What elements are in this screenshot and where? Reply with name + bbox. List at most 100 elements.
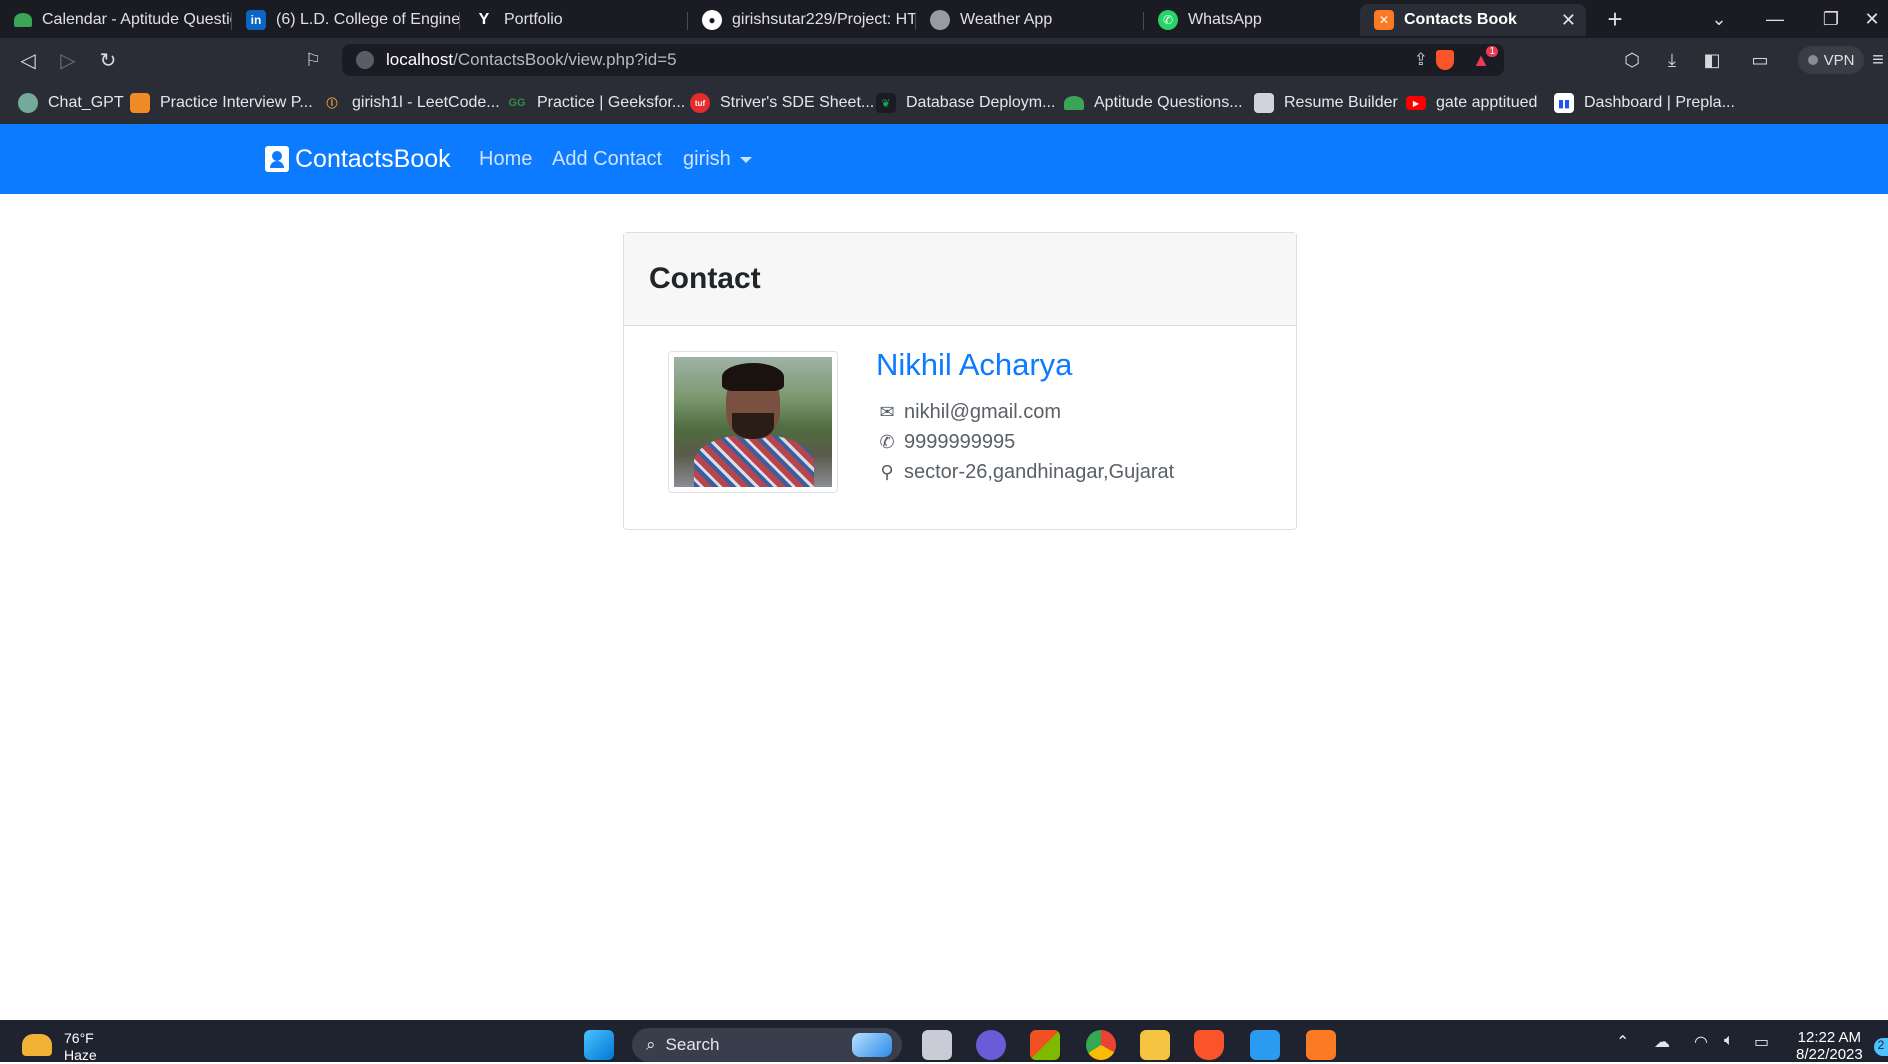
envelope-icon: ✉ xyxy=(879,401,895,422)
tab-search-chevron-icon[interactable]: ⌄ xyxy=(1696,0,1742,38)
wifi-icon[interactable]: ◠ xyxy=(1694,1032,1708,1052)
contact-name: Nikhil Acharya xyxy=(876,347,1073,382)
volume-icon[interactable]: 🔈︎ xyxy=(1724,1032,1734,1050)
tab-title: WhatsApp xyxy=(1188,11,1262,28)
tab-title: Portfolio xyxy=(504,11,563,28)
tab-github[interactable]: ● girishsutar229/Project: HTM xyxy=(688,4,916,36)
taskbar-clock[interactable]: 12:22 AM 8/22/2023 xyxy=(1796,1029,1863,1063)
bookmark-label: Practice Interview P... xyxy=(160,94,313,111)
tab-portfolio[interactable]: Y Portfolio xyxy=(460,4,688,36)
downloads-icon[interactable]: ⤓ xyxy=(1656,44,1688,76)
microsoft-store-icon[interactable] xyxy=(1030,1030,1060,1060)
contact-phone: 9999999995 xyxy=(904,430,1016,453)
windows-start-icon[interactable] xyxy=(584,1030,614,1060)
xampp-taskbar-icon[interactable] xyxy=(1306,1030,1336,1060)
brand-link[interactable]: ContactsBook xyxy=(265,124,451,194)
umbrella-icon xyxy=(14,13,32,27)
user-dropdown[interactable]: girish xyxy=(683,124,752,194)
contact-email: nikhil@gmail.com xyxy=(904,400,1062,423)
globe-icon xyxy=(930,10,950,30)
menu-icon[interactable]: ≡ xyxy=(1868,44,1888,76)
nav-home-link[interactable]: Home xyxy=(479,124,532,194)
reload-icon[interactable]: ↻ xyxy=(92,44,124,76)
wallet-icon[interactable]: ▭ xyxy=(1744,44,1776,76)
map-marker-icon: ⚲ xyxy=(880,461,894,482)
tab-weather[interactable]: Weather App xyxy=(916,4,1144,36)
contact-photo xyxy=(668,351,838,493)
vscode-icon[interactable] xyxy=(1250,1030,1280,1060)
brave-shield-icon[interactable] xyxy=(1436,50,1454,70)
vpn-label: VPN xyxy=(1823,51,1855,69)
file-explorer-icon[interactable] xyxy=(1140,1030,1170,1060)
share-icon[interactable]: ⇪ xyxy=(1414,50,1428,70)
photo-beard xyxy=(732,413,774,439)
bookmark-item[interactable]: ⓛ girish1l - LeetCode... xyxy=(322,82,500,124)
show-hidden-icons-icon[interactable]: ⌃ xyxy=(1616,1032,1629,1052)
teams-chat-icon[interactable] xyxy=(976,1030,1006,1060)
interview-icon xyxy=(130,93,150,113)
tab-contacts-book[interactable]: ✕ Contacts Book ✕ xyxy=(1360,4,1586,36)
tab-whatsapp[interactable]: ✆ WhatsApp xyxy=(1144,4,1360,36)
address-bar[interactable]: localhost/ContactsBook/view.php?id=5 ⇪ ▲… xyxy=(342,44,1504,76)
bookmark-item[interactable]: GG Practice | Geeksfor... xyxy=(507,82,685,124)
contact-phone-row: ✆ 9999999995 xyxy=(876,427,1174,457)
taskbar-search[interactable]: ⌕ Search xyxy=(632,1028,902,1062)
brave-browser-icon[interactable] xyxy=(1194,1030,1224,1060)
forward-icon[interactable]: ▷ xyxy=(52,44,84,76)
close-tab-icon[interactable]: ✕ xyxy=(1561,10,1576,31)
search-label: Search xyxy=(665,1035,720,1054)
extensions-icon[interactable]: ⬡ xyxy=(1616,44,1648,76)
bookmark-item[interactable]: tuf Striver's SDE Sheet... xyxy=(690,82,874,124)
bookmark-label: Striver's SDE Sheet... xyxy=(720,94,875,111)
close-window-icon[interactable]: ✕ xyxy=(1856,0,1888,38)
back-icon[interactable]: ◁ xyxy=(12,44,44,76)
new-tab-icon[interactable]: + xyxy=(1592,0,1638,38)
umbrella-icon xyxy=(1064,96,1084,110)
bookmark-item[interactable]: ▮▮ Dashboard | Prepla... xyxy=(1554,82,1735,124)
weather-widget[interactable]: 76°F Haze xyxy=(22,1030,97,1064)
sidebar-icon[interactable]: ◧ xyxy=(1696,44,1728,76)
notification-badge[interactable]: 2 xyxy=(1874,1038,1888,1056)
chrome-icon[interactable] xyxy=(1086,1030,1116,1060)
bookmark-item[interactable]: ▶ gate apptitued xyxy=(1406,82,1537,124)
tab-title: Weather App xyxy=(960,11,1053,28)
bookmark-item[interactable]: Aptitude Questions... xyxy=(1064,82,1243,124)
minimize-icon[interactable]: — xyxy=(1752,0,1798,38)
task-view-icon[interactable] xyxy=(922,1030,952,1060)
vpn-button[interactable]: VPN xyxy=(1798,46,1864,74)
bookmark-label: Dashboard | Prepla... xyxy=(1584,94,1735,111)
photo-image xyxy=(674,357,832,487)
restore-icon[interactable]: ❐ xyxy=(1808,0,1854,38)
bookmark-icon[interactable]: ⚐ xyxy=(297,44,329,76)
github-icon: ● xyxy=(702,10,722,30)
bookmark-label: Resume Builder xyxy=(1284,94,1398,111)
photo-hair xyxy=(722,363,784,391)
tab-title: (6) L.D. College of Engineer xyxy=(276,11,460,28)
bookmark-item[interactable]: Practice Interview P... xyxy=(130,82,313,124)
openai-icon xyxy=(18,93,38,113)
haze-weather-icon xyxy=(22,1034,52,1056)
photo-shirt xyxy=(694,435,814,487)
brand-label: ContactsBook xyxy=(295,144,451,173)
card-title: Contact xyxy=(624,233,1296,326)
contact-address-row: ⚲ sector-26,gandhinagar,Gujarat xyxy=(876,457,1174,487)
battery-icon[interactable]: ▭ xyxy=(1754,1032,1769,1052)
onedrive-icon[interactable]: ☁ xyxy=(1654,1032,1670,1052)
contact-book-icon xyxy=(265,146,289,172)
user-name: girish xyxy=(683,147,731,170)
document-icon xyxy=(1254,93,1274,113)
browser-toolbar: ◁ ▷ ↻ ⚐ localhost/ContactsBook/view.php?… xyxy=(0,38,1888,82)
weather-temp: 76°F xyxy=(64,1030,94,1046)
leetcode-icon: ⓛ xyxy=(326,98,338,110)
bookmark-item[interactable]: Resume Builder xyxy=(1254,82,1398,124)
tab-calendar[interactable]: Calendar - Aptitude Questio xyxy=(0,4,232,36)
bookmark-item[interactable]: ❦ Database Deploym... xyxy=(876,82,1055,124)
clock-date: 8/22/2023 xyxy=(1796,1046,1863,1063)
nav-add-contact-link[interactable]: Add Contact xyxy=(552,124,662,194)
contact-card: Contact Nikhil Acharya ✉ nikhil@gmail.co… xyxy=(623,232,1297,530)
bookmark-label: Practice | Geeksfor... xyxy=(537,94,686,111)
site-info-icon[interactable] xyxy=(356,51,374,69)
bookmark-item[interactable]: Chat_GPT xyxy=(18,82,124,124)
tab-linkedin[interactable]: in (6) L.D. College of Engineer xyxy=(232,4,460,36)
bookmark-label: Chat_GPT xyxy=(48,94,124,111)
